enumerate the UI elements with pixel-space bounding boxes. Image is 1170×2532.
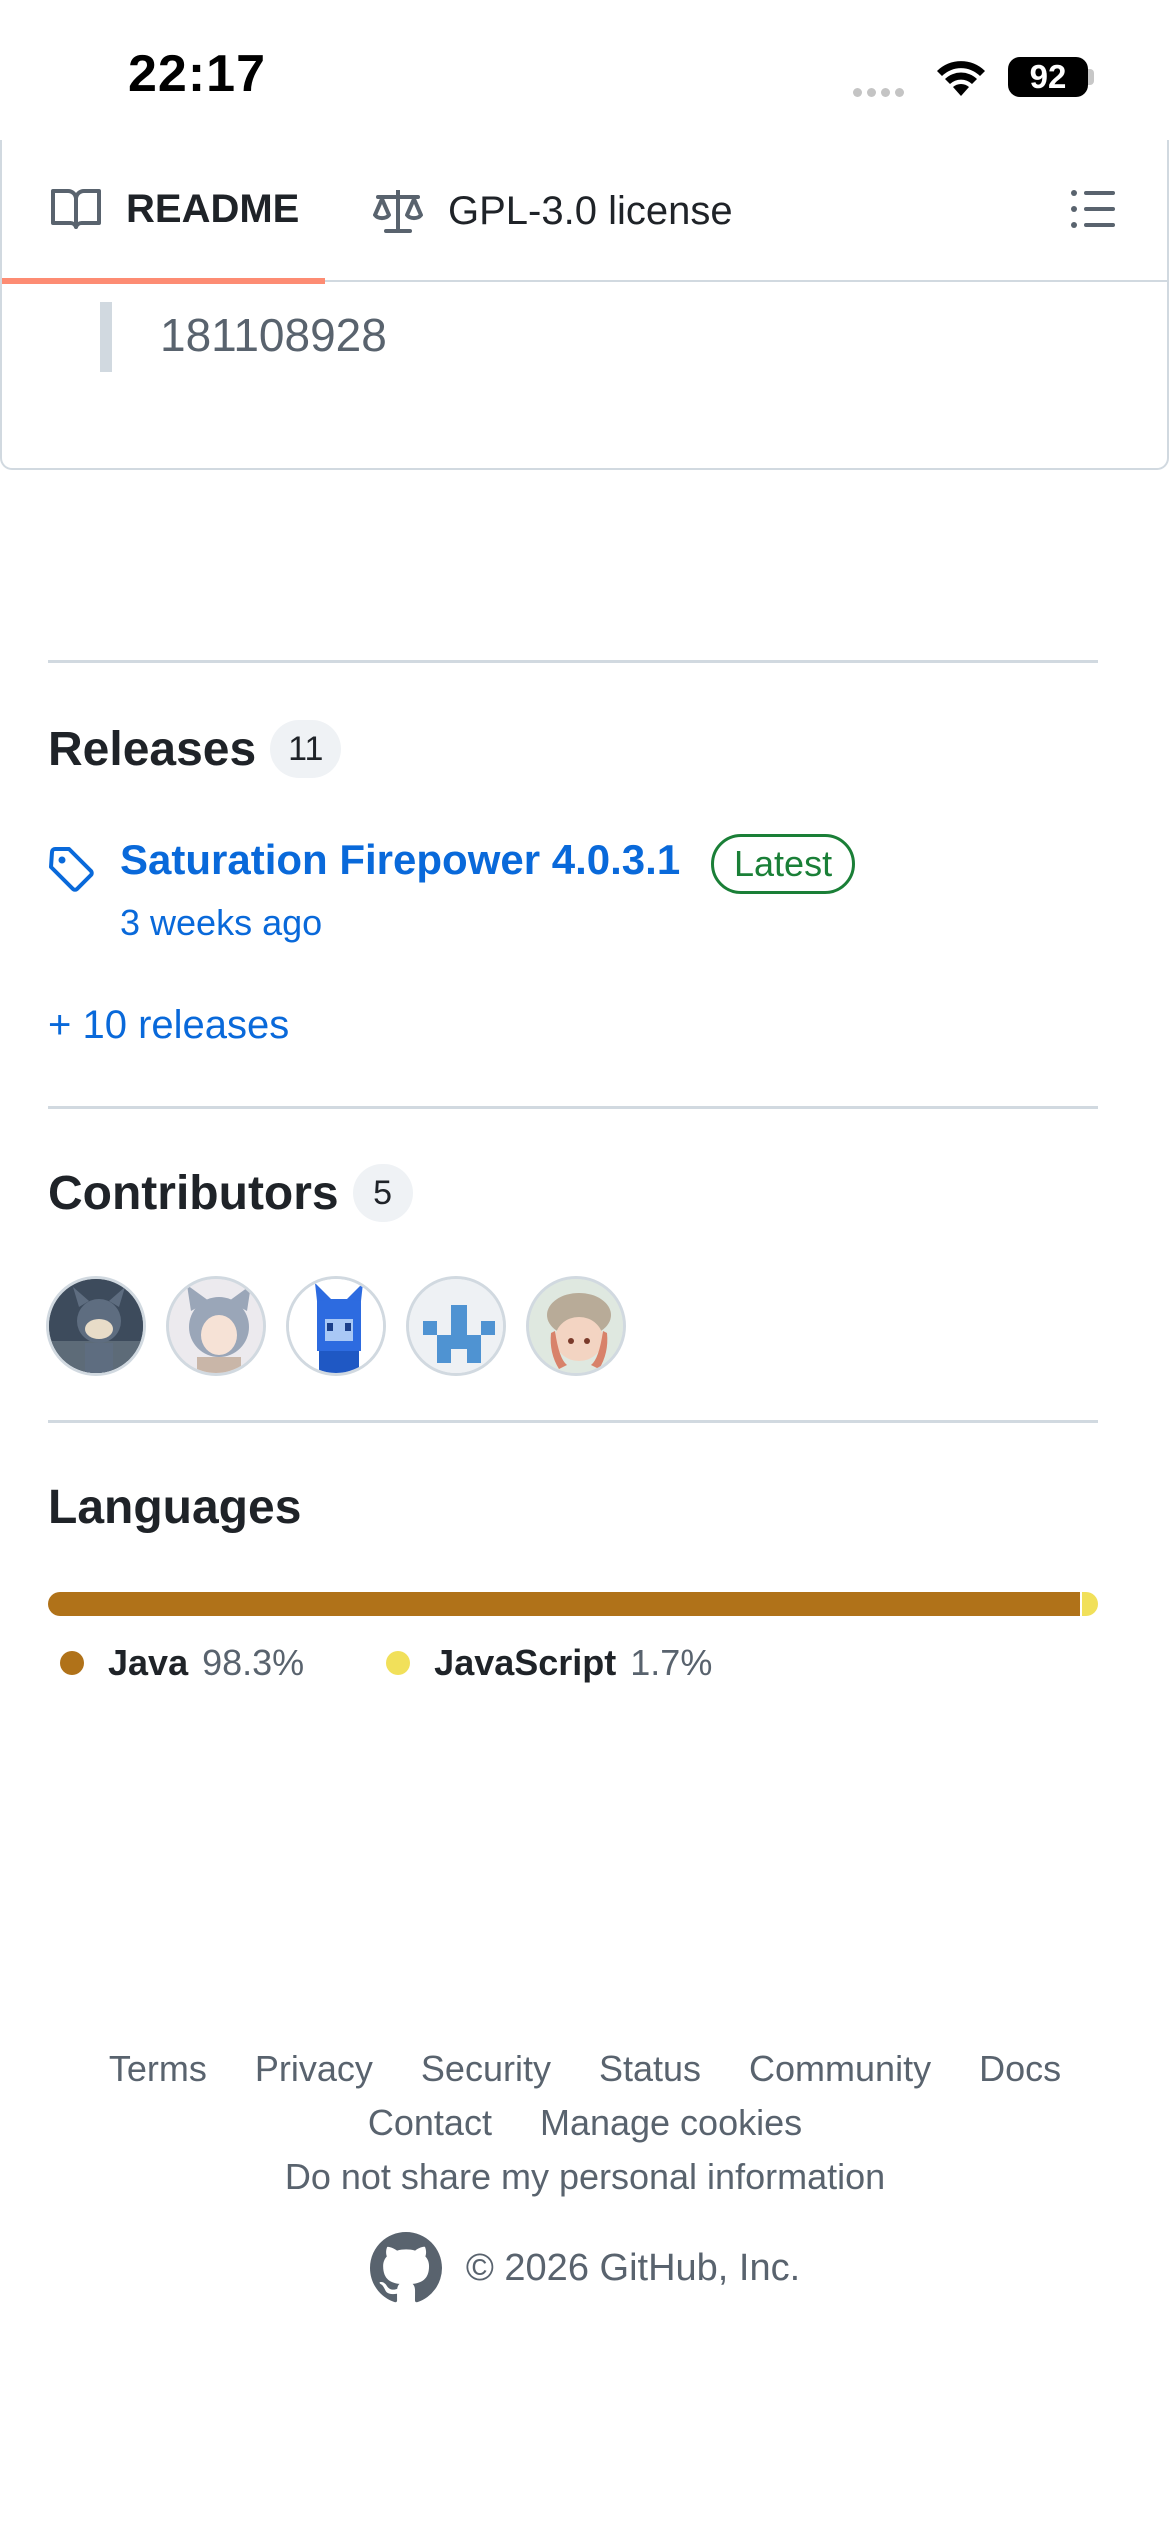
release-date[interactable]: 3 weeks ago — [120, 902, 322, 944]
language-percent: 98.3% — [202, 1642, 305, 1683]
footer-link-manage-cookies[interactable]: Manage cookies — [540, 2102, 802, 2144]
copyright-text: © 2026 GitHub, Inc. — [465, 2246, 801, 2289]
battery-icon: 92 — [1008, 57, 1088, 97]
footer-link-terms[interactable]: Terms — [109, 2048, 207, 2090]
cellular-signal-icon — [853, 84, 913, 97]
more-releases-link[interactable]: + 10 releases — [48, 1003, 289, 1048]
wifi-icon — [937, 61, 985, 96]
contributors-count: 5 — [352, 1164, 413, 1222]
footer-link-security[interactable]: Security — [421, 2048, 551, 2090]
contributors-avatars — [46, 1276, 646, 1376]
language-bar — [48, 1592, 1098, 1616]
releases-heading[interactable]: Releases 11 — [48, 720, 342, 778]
releases-count: 11 — [270, 720, 342, 778]
tab-readme-label: README — [126, 186, 300, 231]
avatar[interactable] — [166, 1276, 266, 1376]
latest-badge: Latest — [711, 834, 856, 894]
tag-icon — [49, 847, 94, 892]
tab-readme[interactable]: README — [2, 140, 325, 284]
language-name: JavaScript — [434, 1642, 617, 1683]
readme-tabs: README GPL-3.0 license — [2, 140, 1169, 284]
footer-links-row-3: Do not share my personal information — [0, 2156, 1170, 2198]
battery-cap — [1088, 69, 1094, 85]
language-item-java[interactable]: Java 98.3% — [48, 1642, 304, 1684]
languages-heading: Languages — [48, 1480, 301, 1535]
releases-title: Releases — [48, 722, 257, 776]
latest-release-link[interactable]: Saturation Firepower 4.0.3.1 — [120, 836, 680, 884]
language-dot-java — [60, 1651, 84, 1675]
footer-link-do-not-share[interactable]: Do not share my personal information — [285, 2156, 885, 2198]
list-outline-icon[interactable] — [1070, 188, 1116, 230]
footer-link-docs[interactable]: Docs — [979, 2048, 1061, 2090]
language-name: Java — [108, 1642, 189, 1683]
avatar[interactable] — [46, 1276, 146, 1376]
readme-card: README GPL-3.0 license 181108928 — [0, 140, 1169, 470]
github-logo-icon[interactable] — [369, 2232, 442, 2304]
language-bar-segment-java[interactable] — [48, 1592, 1081, 1616]
tab-license-label: GPL-3.0 license — [448, 188, 733, 233]
tab-license[interactable]: GPL-3.0 license — [372, 140, 733, 282]
book-icon — [51, 189, 101, 229]
footer-link-community[interactable]: Community — [749, 2048, 931, 2090]
status-bar: 22:17 92 — [0, 0, 1170, 140]
contributors-heading[interactable]: Contributors 5 — [48, 1164, 413, 1222]
language-bar-segment-javascript[interactable] — [1080, 1592, 1098, 1616]
language-item-javascript[interactable]: JavaScript 1.7% — [374, 1642, 712, 1684]
language-percent: 1.7% — [630, 1642, 713, 1683]
footer-links-row-2: Contact Manage cookies — [0, 2102, 1170, 2144]
contributors-title: Contributors — [48, 1166, 339, 1220]
page: 22:17 92 README GPL-3.0 license 18110892… — [0, 0, 1170, 2532]
language-legend: Java 98.3% JavaScript 1.7% — [48, 1642, 782, 1684]
avatar[interactable] — [286, 1276, 386, 1376]
section-divider — [48, 1420, 1098, 1423]
language-dot-javascript — [386, 1651, 411, 1675]
section-divider — [48, 1106, 1098, 1109]
footer-links-row-1: Terms Privacy Security Status Community … — [0, 2048, 1170, 2090]
readme-blockquote: 181108928 — [100, 302, 387, 372]
status-time: 22:17 — [128, 45, 266, 103]
avatar[interactable] — [406, 1276, 506, 1376]
avatar[interactable] — [526, 1276, 626, 1376]
languages-title: Languages — [48, 1481, 302, 1534]
section-divider — [48, 660, 1098, 663]
footer-link-privacy[interactable]: Privacy — [255, 2048, 373, 2090]
footer-link-status[interactable]: Status — [599, 2048, 701, 2090]
footer-link-contact[interactable]: Contact — [368, 2102, 492, 2144]
scale-icon — [373, 190, 423, 233]
footer-copyright: © 2026 GitHub, Inc. — [0, 2232, 1170, 2304]
